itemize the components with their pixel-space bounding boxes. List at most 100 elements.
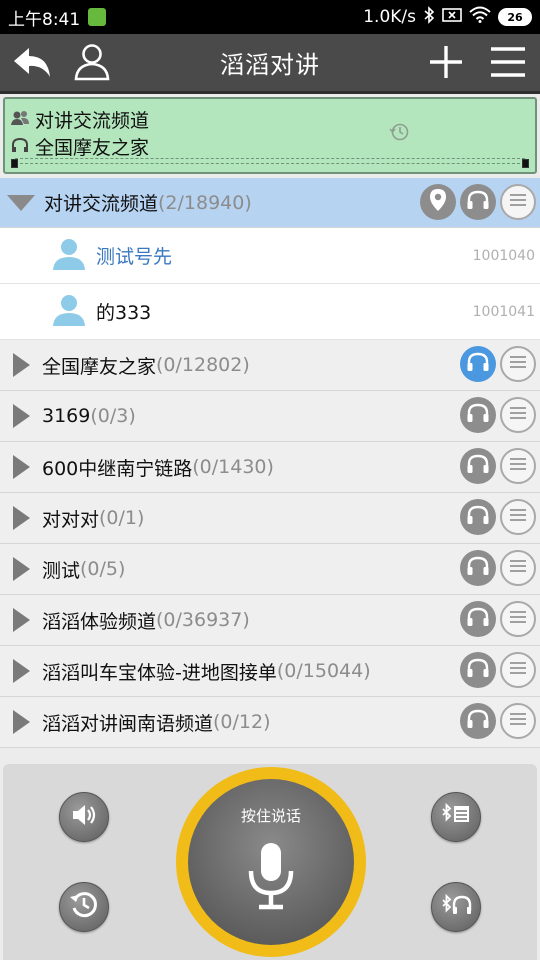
history-icon[interactable] bbox=[389, 121, 411, 147]
expand-arrow-icon[interactable] bbox=[13, 404, 30, 428]
listen-button[interactable] bbox=[460, 448, 496, 484]
channel-actions bbox=[420, 184, 536, 220]
channel-row[interactable]: 全国摩友之家 (0/12802) bbox=[0, 340, 540, 391]
now-playing-listen: 全国摩友之家 bbox=[11, 133, 149, 160]
bluetooth-headset-button[interactable] bbox=[431, 882, 481, 932]
member-name: 的333 bbox=[96, 302, 152, 324]
channel-row[interactable]: 对对对 (0/1) bbox=[0, 493, 540, 544]
history-icon bbox=[69, 890, 99, 924]
expand-arrow-icon[interactable] bbox=[13, 506, 30, 530]
listen-button[interactable] bbox=[460, 550, 496, 586]
channel-name: 测试 bbox=[42, 559, 81, 582]
channel-count: (0/5) bbox=[80, 558, 126, 580]
headphone-icon bbox=[466, 504, 490, 530]
menu-button[interactable] bbox=[484, 40, 532, 88]
channel-row[interactable]: 滔滔叫车宝体验-进地图接单 (0/15044) bbox=[0, 646, 540, 697]
channel-count: (0/15044) bbox=[276, 660, 371, 682]
location-button[interactable] bbox=[420, 184, 456, 220]
battery-icon: 26 bbox=[498, 8, 532, 26]
talk-panel: 按住说话 bbox=[3, 764, 537, 960]
expand-arrow-icon[interactable] bbox=[13, 455, 30, 479]
playback-track bbox=[15, 158, 525, 164]
channel-row[interactable]: 600中继南宁链路 (0/1430) bbox=[0, 442, 540, 493]
channel-actions bbox=[460, 601, 536, 637]
list-icon bbox=[508, 558, 528, 578]
track-end-marker bbox=[522, 159, 529, 168]
channel-name: 滔滔叫车宝体验-进地图接单 bbox=[42, 661, 277, 684]
bluetooth-ptt-button[interactable] bbox=[431, 792, 481, 842]
listen-button[interactable] bbox=[460, 652, 496, 688]
expand-arrow-icon[interactable] bbox=[13, 659, 30, 683]
list-icon bbox=[508, 456, 528, 476]
channel-row[interactable]: 测试 (0/5) bbox=[0, 544, 540, 595]
member-row[interactable]: 的333 1001041 bbox=[0, 284, 540, 340]
channel-menu-button[interactable] bbox=[500, 550, 536, 586]
member-id: 1001040 bbox=[472, 247, 535, 264]
channel-menu-button[interactable] bbox=[500, 346, 536, 382]
contacts-button[interactable] bbox=[68, 40, 116, 88]
channel-name: 对讲交流频道 bbox=[44, 193, 159, 215]
expand-arrow-icon[interactable] bbox=[13, 353, 30, 377]
sim-icon bbox=[442, 7, 462, 28]
app-root: 上午8:41 1.0K/s 26 滔滔对讲 对讲交流频道 全国摩友之家 对讲交流… bbox=[0, 0, 540, 960]
collapse-arrow-icon[interactable] bbox=[7, 194, 35, 211]
list-icon bbox=[508, 609, 528, 629]
track-start-marker bbox=[11, 159, 18, 168]
listen-button[interactable] bbox=[460, 397, 496, 433]
channel-menu-button[interactable] bbox=[500, 448, 536, 484]
expand-arrow-icon[interactable] bbox=[13, 557, 30, 581]
channel-name: 滔滔对讲闽南语频道 bbox=[42, 712, 214, 735]
listen-button[interactable] bbox=[460, 499, 496, 535]
app-notification-icon bbox=[88, 8, 107, 26]
listen-button[interactable] bbox=[460, 346, 496, 382]
channel-menu-button[interactable] bbox=[500, 499, 536, 535]
channel-row[interactable]: 滔滔体验频道 (0/36937) bbox=[0, 595, 540, 646]
channel-count: (0/1) bbox=[99, 507, 145, 529]
replay-button[interactable] bbox=[59, 882, 109, 932]
wifi-icon bbox=[469, 6, 491, 28]
location-pin-icon bbox=[428, 188, 448, 216]
status-time: 上午8:41 bbox=[8, 9, 81, 30]
member-row[interactable]: 测试号先 1001040 bbox=[0, 228, 540, 284]
channel-menu-button[interactable] bbox=[500, 397, 536, 433]
channel-name: 3169 bbox=[42, 405, 91, 427]
avatar-icon bbox=[52, 294, 86, 330]
member-name: 测试号先 bbox=[96, 246, 173, 268]
channel-actions bbox=[460, 499, 536, 535]
channel-menu-button[interactable] bbox=[500, 703, 536, 739]
list-icon bbox=[508, 405, 528, 425]
headphone-icon bbox=[466, 402, 490, 428]
channel-menu-button[interactable] bbox=[500, 601, 536, 637]
now-playing-channel: 对讲交流频道 bbox=[11, 106, 149, 133]
expand-arrow-icon[interactable] bbox=[13, 608, 30, 632]
expand-arrow-icon[interactable] bbox=[13, 710, 30, 734]
user-icon bbox=[72, 42, 112, 86]
bluetooth-device-icon bbox=[440, 802, 472, 832]
channel-menu-button[interactable] bbox=[500, 184, 536, 220]
channel-actions bbox=[460, 397, 536, 433]
push-to-talk-button[interactable]: 按住说话 bbox=[188, 779, 354, 945]
channel-menu-button[interactable] bbox=[500, 652, 536, 688]
headphone-icon bbox=[466, 351, 490, 377]
network-speed: 1.0K/s bbox=[363, 7, 416, 27]
channel-count: (2/18940) bbox=[158, 191, 252, 214]
listen-button[interactable] bbox=[460, 184, 496, 220]
status-right: 1.0K/s 26 bbox=[363, 5, 532, 29]
volume-button[interactable] bbox=[59, 792, 109, 842]
channel-row[interactable]: 滔滔对讲闽南语频道 (0/12) bbox=[0, 697, 540, 748]
back-button[interactable] bbox=[8, 40, 56, 88]
headphone-icon bbox=[466, 555, 490, 581]
listen-button[interactable] bbox=[460, 703, 496, 739]
listen-button[interactable] bbox=[460, 601, 496, 637]
list-icon bbox=[508, 660, 528, 680]
channel-count: (0/36937) bbox=[156, 609, 250, 631]
channel-row[interactable]: 3169 (0/3) bbox=[0, 391, 540, 442]
now-playing-panel[interactable]: 对讲交流频道 全国摩友之家 bbox=[3, 97, 537, 174]
channel-name: 600中继南宁链路 bbox=[42, 457, 193, 480]
microphone-icon bbox=[246, 841, 296, 917]
add-button[interactable] bbox=[422, 40, 470, 88]
channel-actions bbox=[460, 346, 536, 382]
channel-row-active[interactable]: 对讲交流频道 (2/18940) bbox=[0, 178, 540, 228]
now-playing-line1: 对讲交流频道 bbox=[35, 110, 150, 132]
headphone-icon bbox=[466, 708, 490, 734]
